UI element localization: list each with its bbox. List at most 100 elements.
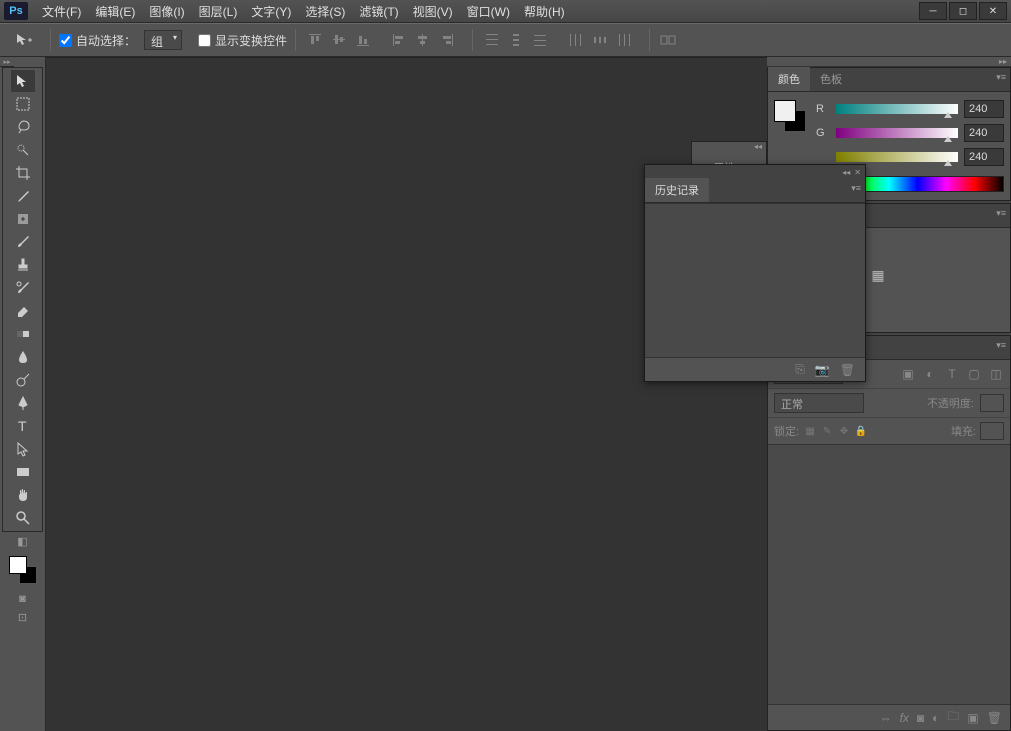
snapshot-icon[interactable]: 📷 — [815, 363, 830, 377]
panel-menu-icon[interactable]: ▾≡ — [851, 183, 861, 194]
hand-tool[interactable] — [11, 484, 35, 506]
close-button[interactable]: ✕ — [979, 2, 1007, 20]
pen-tool[interactable] — [11, 392, 35, 414]
lock-position-icon[interactable]: ✥ — [837, 424, 851, 438]
type-tool[interactable]: T — [11, 415, 35, 437]
marquee-tool[interactable] — [11, 93, 35, 115]
minimize-button[interactable]: ─ — [919, 2, 947, 20]
rectangle-tool[interactable] — [11, 461, 35, 483]
healing-tool[interactable] — [11, 208, 35, 230]
adjustment-layer-icon[interactable]: ◐ — [932, 711, 939, 725]
filter-pixel-icon[interactable]: ▣ — [900, 366, 916, 382]
distribute-bottom-icon[interactable] — [529, 29, 551, 51]
r-slider[interactable] — [836, 104, 958, 114]
blur-tool[interactable] — [11, 346, 35, 368]
eraser-tool[interactable] — [11, 300, 35, 322]
new-group-icon[interactable]: 🗀 — [947, 707, 959, 728]
lasso-tool[interactable] — [11, 116, 35, 138]
menu-file[interactable]: 文件(F) — [36, 0, 87, 23]
align-hcenter-icon[interactable] — [412, 29, 434, 51]
panel-menu-icon[interactable]: ▾≡ — [996, 208, 1006, 219]
align-vcenter-icon[interactable] — [328, 29, 350, 51]
distribute-vcenter-icon[interactable] — [505, 29, 527, 51]
color-swatch-pair[interactable] — [774, 100, 806, 132]
lock-transparent-icon[interactable]: ▦ — [803, 424, 817, 438]
distribute-hcenter-icon[interactable] — [589, 29, 611, 51]
collapse-icon[interactable]: ◂◂ — [842, 168, 850, 177]
lock-paint-icon[interactable]: ✎ — [820, 424, 834, 438]
layer-mask-icon[interactable]: ◙ — [917, 711, 924, 725]
color-swatches[interactable] — [9, 556, 37, 584]
r-input[interactable] — [964, 100, 1004, 118]
menu-help[interactable]: 帮助(H) — [518, 0, 571, 23]
align-bottom-icon[interactable] — [352, 29, 374, 51]
stamp-tool[interactable] — [11, 254, 35, 276]
history-list[interactable] — [645, 203, 865, 357]
filter-shape-icon[interactable]: ▢ — [966, 366, 982, 382]
menu-view[interactable]: 视图(V) — [407, 0, 459, 23]
tab-history[interactable]: 历史记录 — [645, 178, 709, 202]
filter-adjust-icon[interactable]: ◐ — [922, 366, 938, 382]
menu-window[interactable]: 窗口(W) — [461, 0, 516, 23]
layer-fx-icon[interactable]: fx — [900, 711, 909, 725]
dodge-tool[interactable] — [11, 369, 35, 391]
lock-all-icon[interactable]: 🔒 — [854, 424, 868, 438]
crop-tool[interactable] — [11, 162, 35, 184]
menu-layer[interactable]: 图层(L) — [193, 0, 244, 23]
delete-layer-icon[interactable]: 🗑 — [987, 711, 1002, 725]
move-tool[interactable] — [11, 70, 35, 92]
tab-color[interactable]: 颜色 — [768, 67, 810, 91]
new-layer-icon[interactable]: ▣ — [967, 711, 978, 725]
menu-filter[interactable]: 滤镜(T) — [353, 0, 404, 23]
quick-select-tool[interactable] — [11, 139, 35, 161]
distribute-top-icon[interactable] — [481, 29, 503, 51]
default-colors-icon[interactable]: ◧ — [14, 533, 32, 549]
toolbox-expand[interactable]: ▸▸ — [0, 57, 14, 67]
panel-menu-icon[interactable]: ▾≡ — [996, 72, 1006, 83]
fill-value[interactable] — [980, 422, 1004, 440]
zoom-tool[interactable] — [11, 507, 35, 529]
adj-icon-7[interactable]: ▦ — [868, 266, 888, 284]
b-input[interactable] — [964, 148, 1004, 166]
auto-align-icon[interactable] — [658, 29, 680, 51]
auto-select-mode[interactable]: 组 — [144, 30, 182, 50]
align-left-icon[interactable] — [388, 29, 410, 51]
layers-list[interactable] — [768, 444, 1010, 704]
fg-color-swatch[interactable] — [774, 100, 796, 122]
quick-mask-icon[interactable]: ◙ — [14, 591, 32, 607]
align-top-icon[interactable] — [304, 29, 326, 51]
link-layers-icon[interactable]: ⇔ — [880, 711, 892, 725]
canvas-area[interactable] — [46, 57, 767, 731]
new-doc-from-state-icon[interactable]: ⎘ — [795, 362, 805, 377]
auto-select-checkbox[interactable]: 自动选择： — [59, 32, 136, 49]
brush-tool[interactable] — [11, 231, 35, 253]
menu-image[interactable]: 图像(I) — [143, 0, 190, 23]
screen-mode-icon[interactable]: ⊡ — [14, 609, 32, 625]
path-select-tool[interactable] — [11, 438, 35, 460]
gradient-tool[interactable] — [11, 323, 35, 345]
maximize-button[interactable]: ◻ — [949, 2, 977, 20]
menu-edit[interactable]: 编辑(E) — [89, 0, 141, 23]
tab-swatches[interactable]: 色板 — [810, 67, 852, 91]
history-brush-tool[interactable] — [11, 277, 35, 299]
eyedropper-tool[interactable] — [11, 185, 35, 207]
menu-select[interactable]: 选择(S) — [299, 0, 351, 23]
show-transform-checkbox[interactable]: 显示变换控件 — [198, 32, 287, 49]
menu-type[interactable]: 文字(Y) — [245, 0, 297, 23]
foreground-swatch[interactable] — [9, 556, 27, 574]
distribute-left-icon[interactable] — [565, 29, 587, 51]
align-right-icon[interactable] — [436, 29, 458, 51]
collapse-icon[interactable]: ◂◂ — [754, 142, 762, 154]
close-panel-icon[interactable]: ✕ — [854, 168, 861, 177]
expand-icon[interactable]: ▸▸ — [999, 57, 1007, 66]
g-slider[interactable] — [836, 128, 958, 138]
g-input[interactable] — [964, 124, 1004, 142]
delete-state-icon[interactable]: 🗑 — [840, 363, 855, 377]
filter-type-icon[interactable]: T — [944, 366, 960, 382]
blend-mode-select[interactable]: 正常 — [774, 393, 864, 413]
panel-menu-icon[interactable]: ▾≡ — [996, 340, 1006, 351]
b-slider[interactable] — [836, 152, 958, 162]
move-tool-icon[interactable] — [8, 28, 42, 52]
distribute-right-icon[interactable] — [613, 29, 635, 51]
filter-smart-icon[interactable]: ◫ — [988, 366, 1004, 382]
